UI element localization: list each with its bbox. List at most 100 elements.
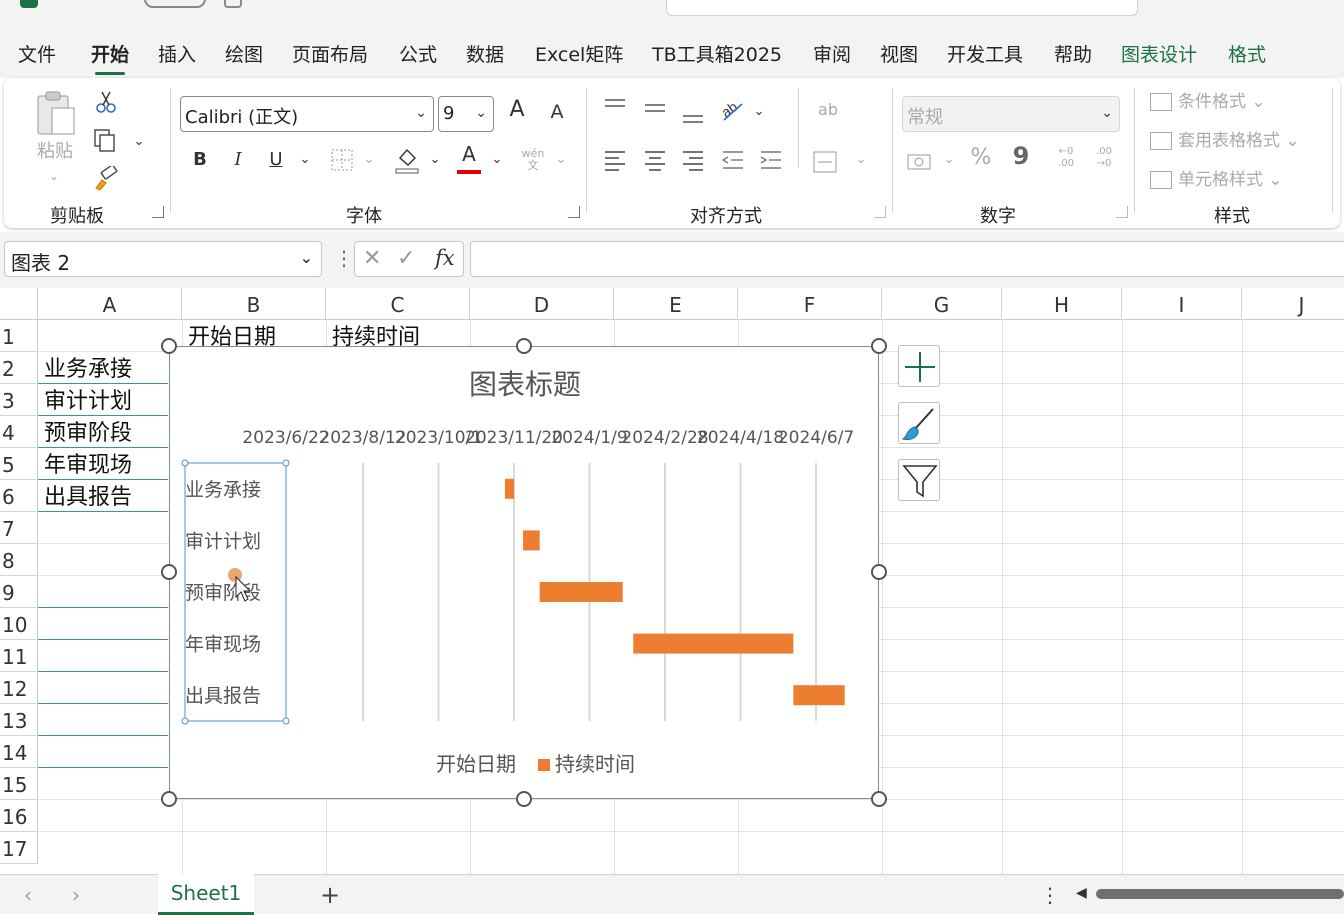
phonetic-button[interactable]: wén 文 xyxy=(518,148,548,172)
gantt-chart[interactable]: 图表标题 2023/6/22 2023/8/12 2023/10/1 2023/11/… xyxy=(169,346,879,799)
underline-button[interactable]: U xyxy=(266,150,286,170)
chart-filters-button[interactable] xyxy=(898,459,940,501)
align-top-icon[interactable] xyxy=(602,96,628,120)
row-header[interactable]: 14 xyxy=(0,736,38,768)
orientation-icon[interactable]: ab xyxy=(718,96,746,124)
column-header[interactable]: G xyxy=(882,288,1002,320)
column-header[interactable]: A xyxy=(38,288,182,320)
resize-handle-ne[interactable] xyxy=(871,338,887,354)
cell-A3[interactable]: 审计计划 xyxy=(44,388,132,416)
row-header[interactable]: 6 xyxy=(0,480,38,512)
column-header[interactable]: C xyxy=(326,288,470,320)
merge-dropdown-icon[interactable]: ⌄ xyxy=(854,150,868,170)
chart-plot[interactable]: 图表标题 2023/6/222023/8/122023/10/12023/11/… xyxy=(170,347,878,798)
resize-handle-se[interactable] xyxy=(871,791,887,807)
accounting-dropdown-icon[interactable]: ⌄ xyxy=(942,150,956,170)
fill-color-icon[interactable] xyxy=(394,146,420,174)
cell-A6[interactable]: 出具报告 xyxy=(44,484,132,512)
tab-insert[interactable]: 插入 xyxy=(158,40,196,67)
align-bottom-icon[interactable] xyxy=(680,96,706,126)
format-as-table-button[interactable]: 套用表格格式 ⌄ xyxy=(1150,131,1340,151)
decrease-decimal-button[interactable]: .00 →0 xyxy=(1088,146,1120,170)
tab-file[interactable]: 文件 xyxy=(18,40,56,67)
row-header[interactable]: 9 xyxy=(0,576,38,608)
row-header[interactable]: 12 xyxy=(0,672,38,704)
name-box[interactable]: 图表 2 ⌄ xyxy=(4,241,322,277)
row-header[interactable]: 8 xyxy=(0,544,38,576)
row-header[interactable]: 7 xyxy=(0,512,38,544)
bold-button[interactable]: B xyxy=(190,150,210,170)
accounting-format-icon[interactable] xyxy=(906,150,932,174)
row-header[interactable]: 17 xyxy=(0,832,38,864)
resize-handle-n[interactable] xyxy=(516,338,532,354)
search-box[interactable] xyxy=(666,0,1138,16)
bar-duration[interactable] xyxy=(504,478,515,499)
percent-button[interactable]: % xyxy=(968,147,994,169)
axis-selection-handle[interactable] xyxy=(282,717,290,725)
increase-indent-icon[interactable] xyxy=(758,148,784,172)
row-header[interactable]: 15 xyxy=(0,768,38,800)
row-header[interactable]: 10 xyxy=(0,608,38,640)
align-middle-icon[interactable] xyxy=(642,96,668,120)
paste-button[interactable]: 粘贴 xyxy=(32,142,78,162)
horizontal-scrollbar[interactable] xyxy=(1096,889,1344,899)
cancel-icon[interactable]: ✕ xyxy=(363,246,381,271)
number-launcher-icon[interactable] xyxy=(1116,206,1128,218)
column-header[interactable]: F xyxy=(738,288,882,320)
bar-duration[interactable] xyxy=(523,530,540,551)
formula-input[interactable] xyxy=(470,241,1344,277)
grow-font-button[interactable]: A xyxy=(504,99,530,121)
row-header[interactable]: 5 xyxy=(0,448,38,480)
font-color-button[interactable]: A xyxy=(456,144,482,176)
font-size-select[interactable]: 9 ⌄ xyxy=(438,96,494,132)
borders-icon[interactable] xyxy=(330,148,354,172)
tab-view[interactable]: 视图 xyxy=(880,40,918,67)
column-header[interactable]: J xyxy=(1242,288,1344,320)
chart-title[interactable]: 图表标题 xyxy=(469,368,581,401)
more-options-icon[interactable]: ⋮ xyxy=(1040,883,1060,907)
alignment-launcher-icon[interactable] xyxy=(874,206,886,218)
tab-formulas[interactable]: 公式 xyxy=(399,40,437,67)
column-header[interactable]: E xyxy=(614,288,738,320)
number-format-select[interactable]: 常规 ⌄ xyxy=(902,96,1120,132)
chart-styles-button[interactable] xyxy=(898,402,940,444)
legend-item-duration[interactable]: 持续时间 xyxy=(555,752,635,776)
align-center-icon[interactable] xyxy=(642,148,668,172)
row-header[interactable]: 16 xyxy=(0,800,38,832)
merge-center-icon[interactable] xyxy=(812,150,838,174)
fill-color-dropdown-icon[interactable]: ⌄ xyxy=(428,150,442,170)
copy-icon[interactable] xyxy=(92,128,118,154)
borders-dropdown-icon[interactable]: ⌄ xyxy=(362,150,376,170)
underline-dropdown-icon[interactable]: ⌄ xyxy=(298,150,312,170)
more-options-icon[interactable]: ⋮ xyxy=(334,246,354,270)
tab-page-layout[interactable]: 页面布局 xyxy=(292,40,368,67)
tab-tb-toolbox[interactable]: TB工具箱2025 xyxy=(652,40,782,67)
tab-developer[interactable]: 开发工具 xyxy=(947,40,1023,67)
row-header[interactable]: 13 xyxy=(0,704,38,736)
font-launcher-icon[interactable] xyxy=(568,206,580,218)
align-left-icon[interactable] xyxy=(602,148,628,172)
align-right-icon[interactable] xyxy=(680,148,706,172)
chart-elements-button[interactable] xyxy=(898,345,940,387)
tab-excel-matrix[interactable]: Excel矩阵 xyxy=(535,40,623,67)
select-all-corner[interactable] xyxy=(0,288,38,320)
tab-format[interactable]: 格式 xyxy=(1228,40,1266,67)
tab-chart-design[interactable]: 图表设计 xyxy=(1121,40,1197,67)
enter-check-icon[interactable]: ✓ xyxy=(397,246,415,271)
paste-dropdown-icon[interactable]: ⌄ xyxy=(44,166,64,186)
clipboard-launcher-icon[interactable] xyxy=(152,206,164,218)
tab-help[interactable]: 帮助 xyxy=(1054,40,1092,67)
cell-styles-button[interactable]: 单元格样式 ⌄ xyxy=(1150,170,1330,190)
cell-A4[interactable]: 预审阶段 xyxy=(44,420,132,448)
cell-A2[interactable]: 业务承接 xyxy=(44,356,132,384)
scroll-tabs-left-icon[interactable]: ‹ xyxy=(24,883,32,907)
row-header[interactable]: 2 xyxy=(0,352,38,384)
add-sheet-button[interactable]: + xyxy=(320,881,340,909)
tab-home[interactable]: 开始 xyxy=(91,40,129,75)
axis-selection-handle[interactable] xyxy=(181,717,189,725)
decrease-indent-icon[interactable] xyxy=(720,148,746,172)
copy-dropdown-icon[interactable]: ⌄ xyxy=(132,132,146,152)
resize-handle-nw[interactable] xyxy=(161,338,177,354)
bar-duration[interactable] xyxy=(633,633,794,654)
shrink-font-button[interactable]: A xyxy=(544,102,570,122)
